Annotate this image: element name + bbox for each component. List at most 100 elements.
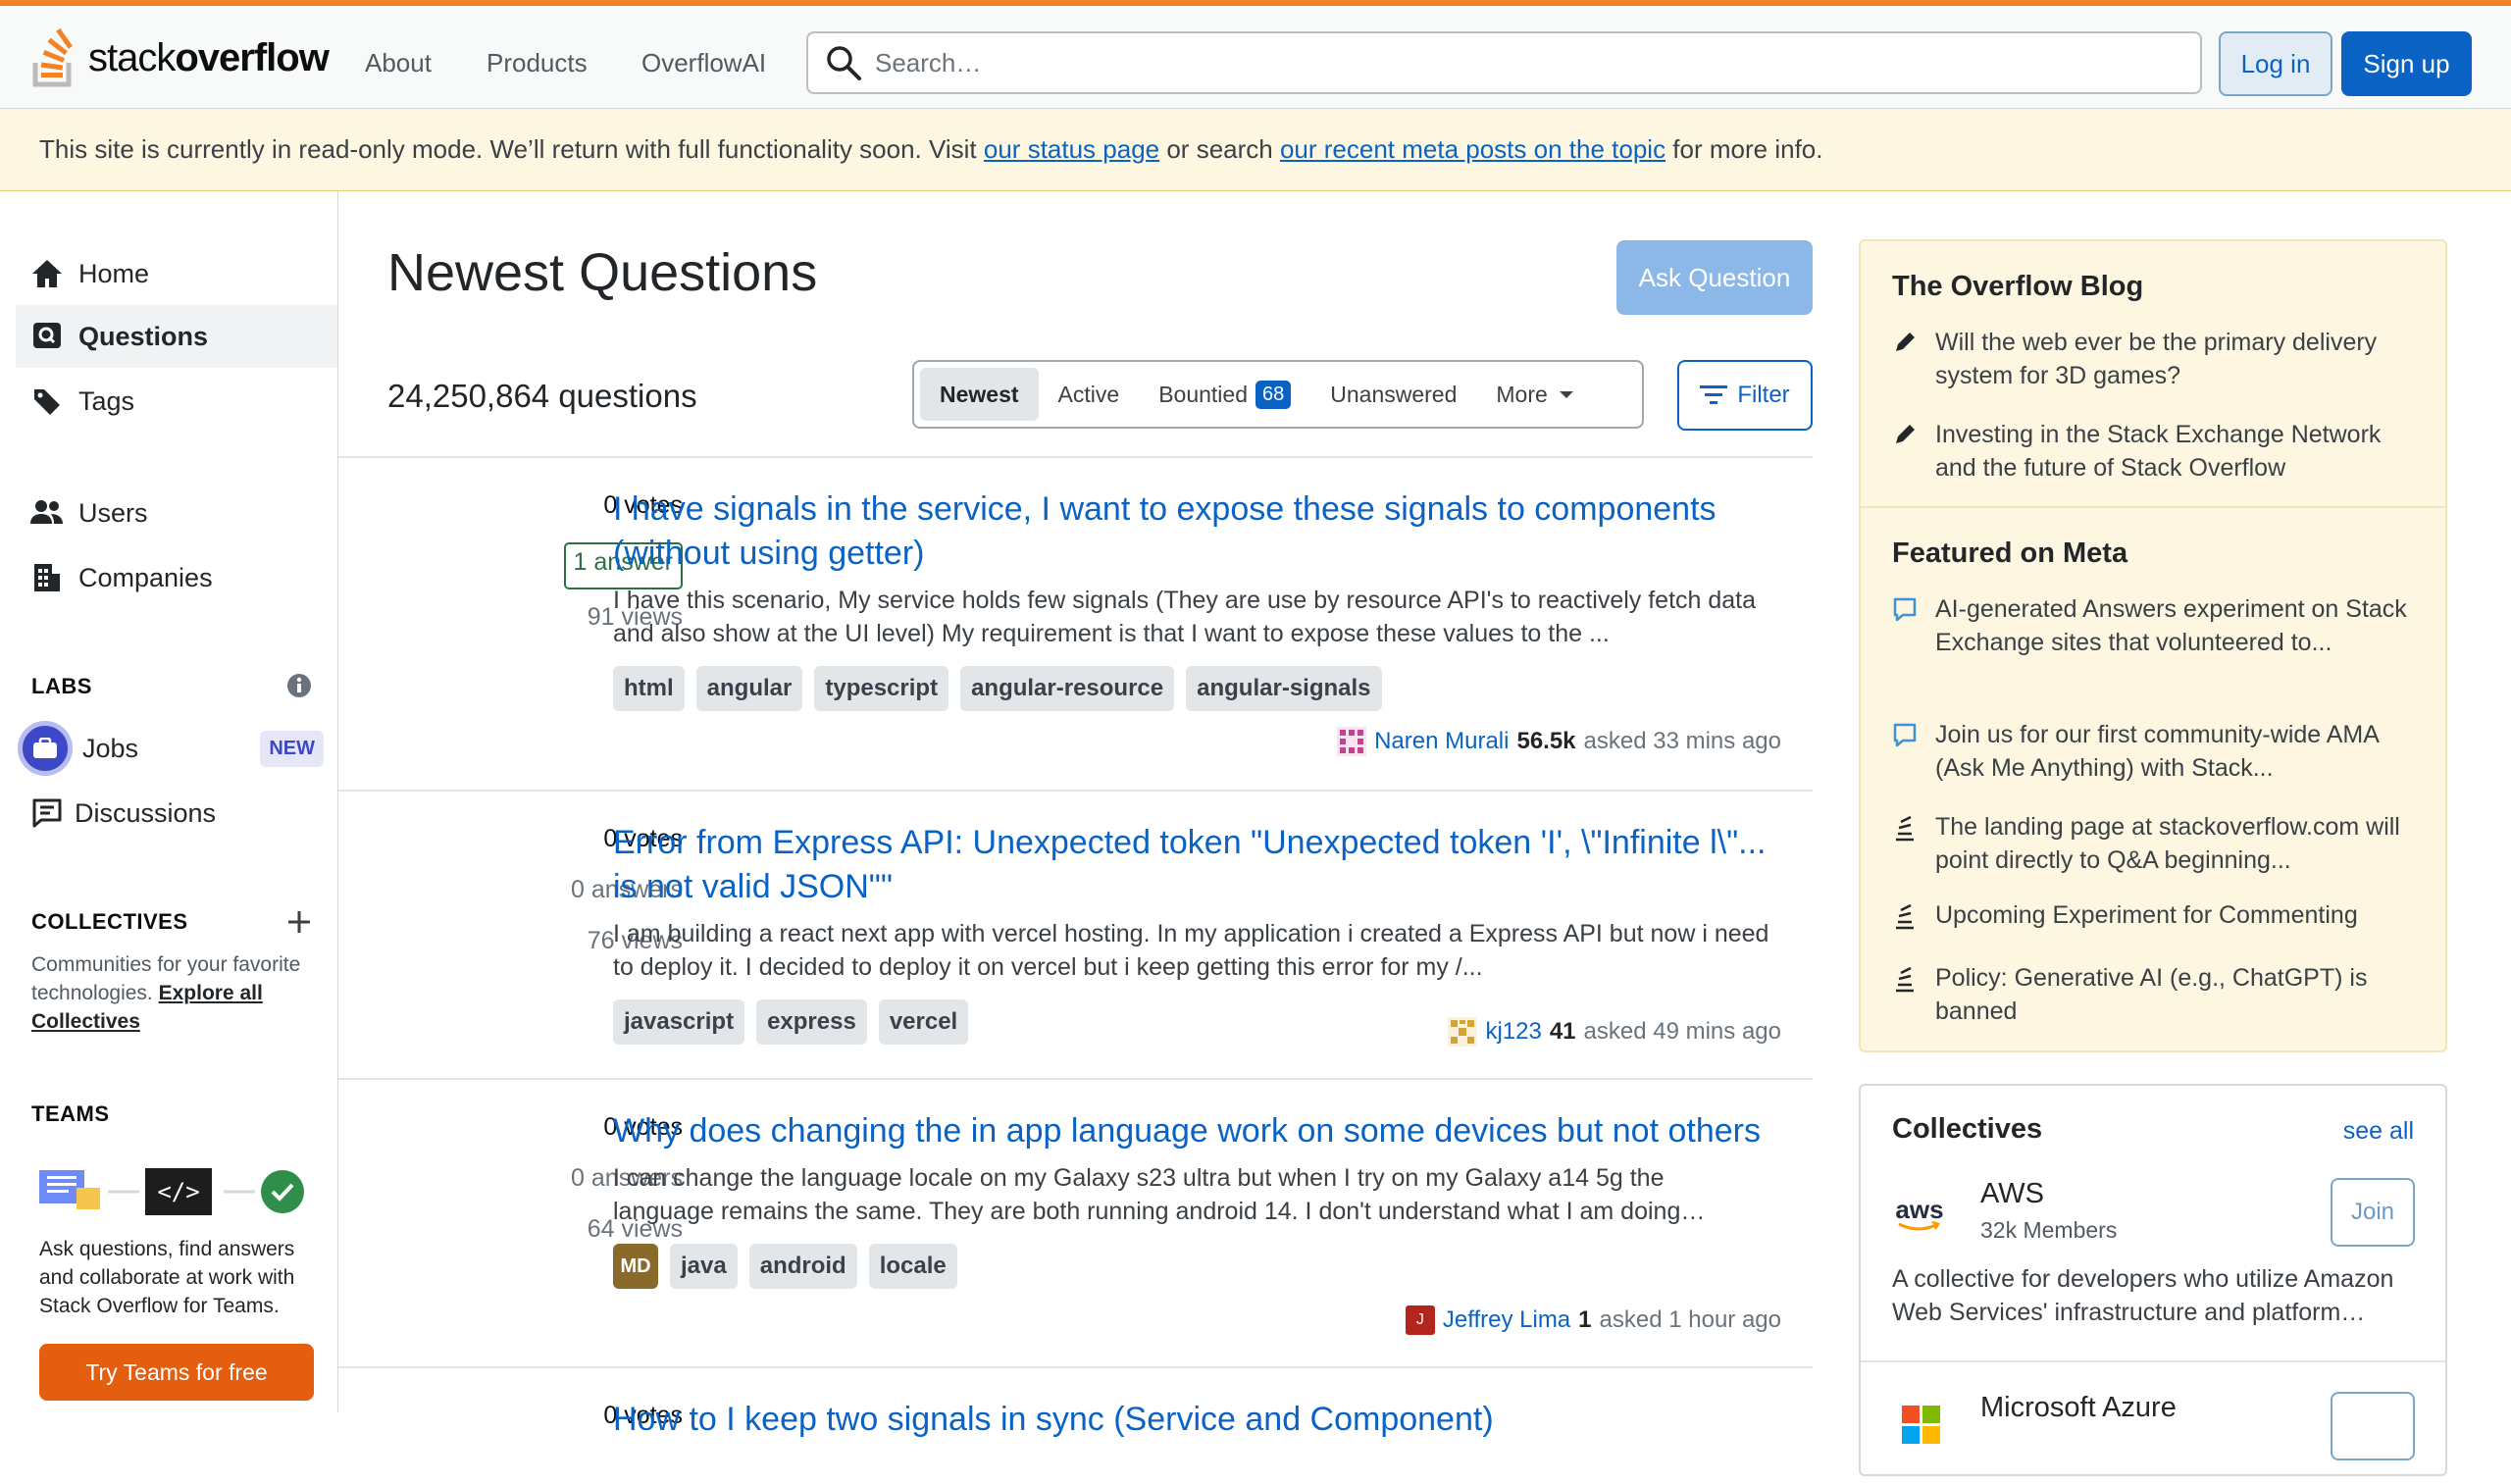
meta-posts-link[interactable]: our recent meta posts on the topic: [1280, 134, 1665, 165]
tag[interactable]: javascript: [613, 999, 745, 1045]
ask-question-button[interactable]: Ask Question: [1616, 240, 1813, 315]
blog-post-link[interactable]: Investing in the Stack Exchange Network …: [1892, 418, 2422, 485]
tag[interactable]: html: [613, 666, 685, 711]
sidebar-item-questions[interactable]: Questions: [16, 305, 337, 368]
meta-post-link[interactable]: Upcoming Experiment for Commenting: [1892, 898, 2422, 932]
reputation: 1: [1578, 1306, 1592, 1333]
meta-post-link[interactable]: AI-generated Answers experiment on Stack…: [1892, 592, 2422, 659]
tag[interactable]: android: [748, 1244, 857, 1289]
join-azure-button[interactable]: [2331, 1392, 2415, 1460]
question-title-link[interactable]: Error from Express API: Unexpected token…: [613, 821, 1790, 909]
asked-time: asked 1 hour ago: [1599, 1306, 1781, 1333]
blog-post-link[interactable]: Will the web ever be the primary deliver…: [1892, 326, 2422, 392]
logo-text: stackoverflow: [88, 35, 330, 79]
stack-exchange-icon: [1896, 903, 1914, 930]
svg-text:</>: </>: [157, 1178, 199, 1205]
tag[interactable]: express: [756, 999, 867, 1045]
status-page-link[interactable]: our status page: [984, 134, 1159, 165]
join-aws-button[interactable]: Join: [2331, 1178, 2415, 1247]
aws-smile-icon: [1898, 1221, 1940, 1231]
question-count: 24,250,864 questions: [387, 378, 697, 414]
avatar[interactable]: [1337, 727, 1367, 756]
question-author: Naren Murali 56.5k asked 33 mins ago: [1337, 727, 1781, 756]
question-summary: 0 votes How to I keep two signals in syn…: [338, 1366, 1813, 1484]
user-link[interactable]: Naren Murali: [1374, 728, 1509, 755]
avatar[interactable]: [1448, 1017, 1478, 1047]
search-box[interactable]: [806, 31, 2202, 94]
speech-bubble-icon: [1893, 723, 1917, 747]
question-list: 0 votes 1 answer 91 views I have signals…: [338, 456, 1813, 1484]
question-excerpt: I am building a react next app with verc…: [613, 920, 1769, 981]
tag[interactable]: angular-signals: [1186, 666, 1382, 711]
meta-post-link[interactable]: The landing page at stackoverflow.com wi…: [1892, 810, 2422, 877]
tag-list: html angular typescript angular-resource…: [613, 666, 1812, 711]
sidebar-item-jobs[interactable]: Jobs NEW: [16, 717, 337, 780]
sidebar-item-home[interactable]: Home: [16, 242, 337, 305]
question-excerpt: I have this scenario, My service holds f…: [613, 587, 1757, 647]
sidebar-item-discussions[interactable]: Discussions: [16, 782, 337, 844]
tab-active[interactable]: Active: [1039, 368, 1140, 421]
plus-icon[interactable]: [286, 909, 312, 935]
notice-text-mid: or search: [1159, 134, 1280, 164]
nav-products[interactable]: Products: [487, 35, 588, 90]
tag[interactable]: angular: [695, 666, 803, 711]
tag[interactable]: vercel: [878, 999, 969, 1045]
see-all-link[interactable]: see all: [2343, 1117, 2414, 1146]
tag[interactable]: angular-resource: [960, 666, 1175, 711]
page-title: Newest Questions: [387, 243, 818, 302]
meta-post-link[interactable]: Policy: Generative AI (e.g., ChatGPT) is…: [1892, 961, 2422, 1028]
user-link[interactable]: Jeffrey Lima: [1443, 1306, 1570, 1334]
meta-post-title: Join us for our first community-wide AMA…: [1935, 721, 2379, 782]
sidebar-item-label: Companies: [78, 562, 213, 592]
try-teams-button[interactable]: Try Teams for free: [39, 1344, 314, 1401]
info-icon[interactable]: [286, 673, 312, 698]
collectives-widget: Collectives see all aws AWS 32k Members …: [1859, 1084, 2447, 1476]
sidebar-item-label: Home: [78, 258, 150, 288]
caret-down-icon: [1559, 391, 1573, 398]
stack-exchange-icon: [1896, 815, 1914, 842]
user-badge: MD: [613, 1244, 658, 1289]
tag[interactable]: locale: [868, 1244, 957, 1289]
main-content: Newest Questions Ask Question 24,250,864…: [338, 191, 1815, 1438]
tab-bountied[interactable]: Bountied 68: [1139, 368, 1310, 421]
tab-more[interactable]: More: [1476, 368, 1594, 421]
question-summary: 0 votes 0 answers 64 views Why does chan…: [338, 1078, 1813, 1366]
tag[interactable]: java: [670, 1244, 738, 1289]
notice-text: This site is currently in read-only mode…: [39, 134, 984, 164]
sidebar-item-label: Questions: [78, 321, 209, 351]
tab-unanswered[interactable]: Unanswered: [1310, 368, 1476, 421]
user-link[interactable]: kj123: [1485, 1018, 1541, 1046]
meta-post-link[interactable]: Join us for our first community-wide AMA…: [1892, 718, 2422, 785]
aws-logo-icon[interactable]: aws: [1892, 1188, 1947, 1243]
tag[interactable]: typescript: [814, 666, 949, 711]
teams-heading: TEAMS: [31, 1101, 110, 1126]
question-summary: 0 votes 0 answers 76 views Error from Ex…: [338, 790, 1813, 1078]
avatar[interactable]: J: [1405, 1305, 1435, 1335]
notice-text-end: for more info.: [1665, 134, 1823, 164]
nav-about[interactable]: About: [365, 35, 432, 90]
nav-overflowai[interactable]: OverflowAI: [641, 35, 766, 90]
question-title-link[interactable]: I have signals in the service, I want to…: [613, 487, 1790, 576]
tab-newest[interactable]: Newest: [920, 368, 1039, 421]
aws-logo-text: aws: [1895, 1195, 1944, 1224]
filter-button[interactable]: Filter: [1677, 360, 1813, 431]
question-title-link[interactable]: Why does changing the in app language wo…: [613, 1109, 1790, 1153]
meta-post-title: The landing page at stackoverflow.com wi…: [1935, 813, 2400, 874]
sidebar-item-tags[interactable]: Tags: [16, 370, 337, 433]
question-title-link[interactable]: How to I keep two signals in sync (Servi…: [613, 1398, 1790, 1442]
azure-collective-name[interactable]: Microsoft Azure: [1980, 1392, 2177, 1424]
sidebar-item-label: Users: [78, 497, 148, 528]
azure-logo-icon[interactable]: [1902, 1406, 1941, 1445]
signup-button[interactable]: Sign up: [2341, 31, 2472, 96]
search-input[interactable]: [875, 47, 2150, 78]
site-logo[interactable]: stackoverflow: [29, 24, 330, 92]
sidebar-item-users[interactable]: Users: [16, 482, 337, 544]
login-button[interactable]: Log in: [2219, 31, 2332, 96]
blog-heading: The Overflow Blog: [1892, 271, 2144, 302]
blog-post-title: Investing in the Stack Exchange Network …: [1935, 421, 2382, 482]
sidebar-item-companies[interactable]: Companies: [16, 546, 337, 609]
discussion-icon: [29, 795, 65, 831]
overflow-blog-widget: The Overflow Blog Will the web ever be t…: [1859, 239, 2447, 1052]
aws-collective-name[interactable]: AWS: [1980, 1178, 2044, 1210]
tag-list: MD java android locale: [613, 1244, 1812, 1289]
